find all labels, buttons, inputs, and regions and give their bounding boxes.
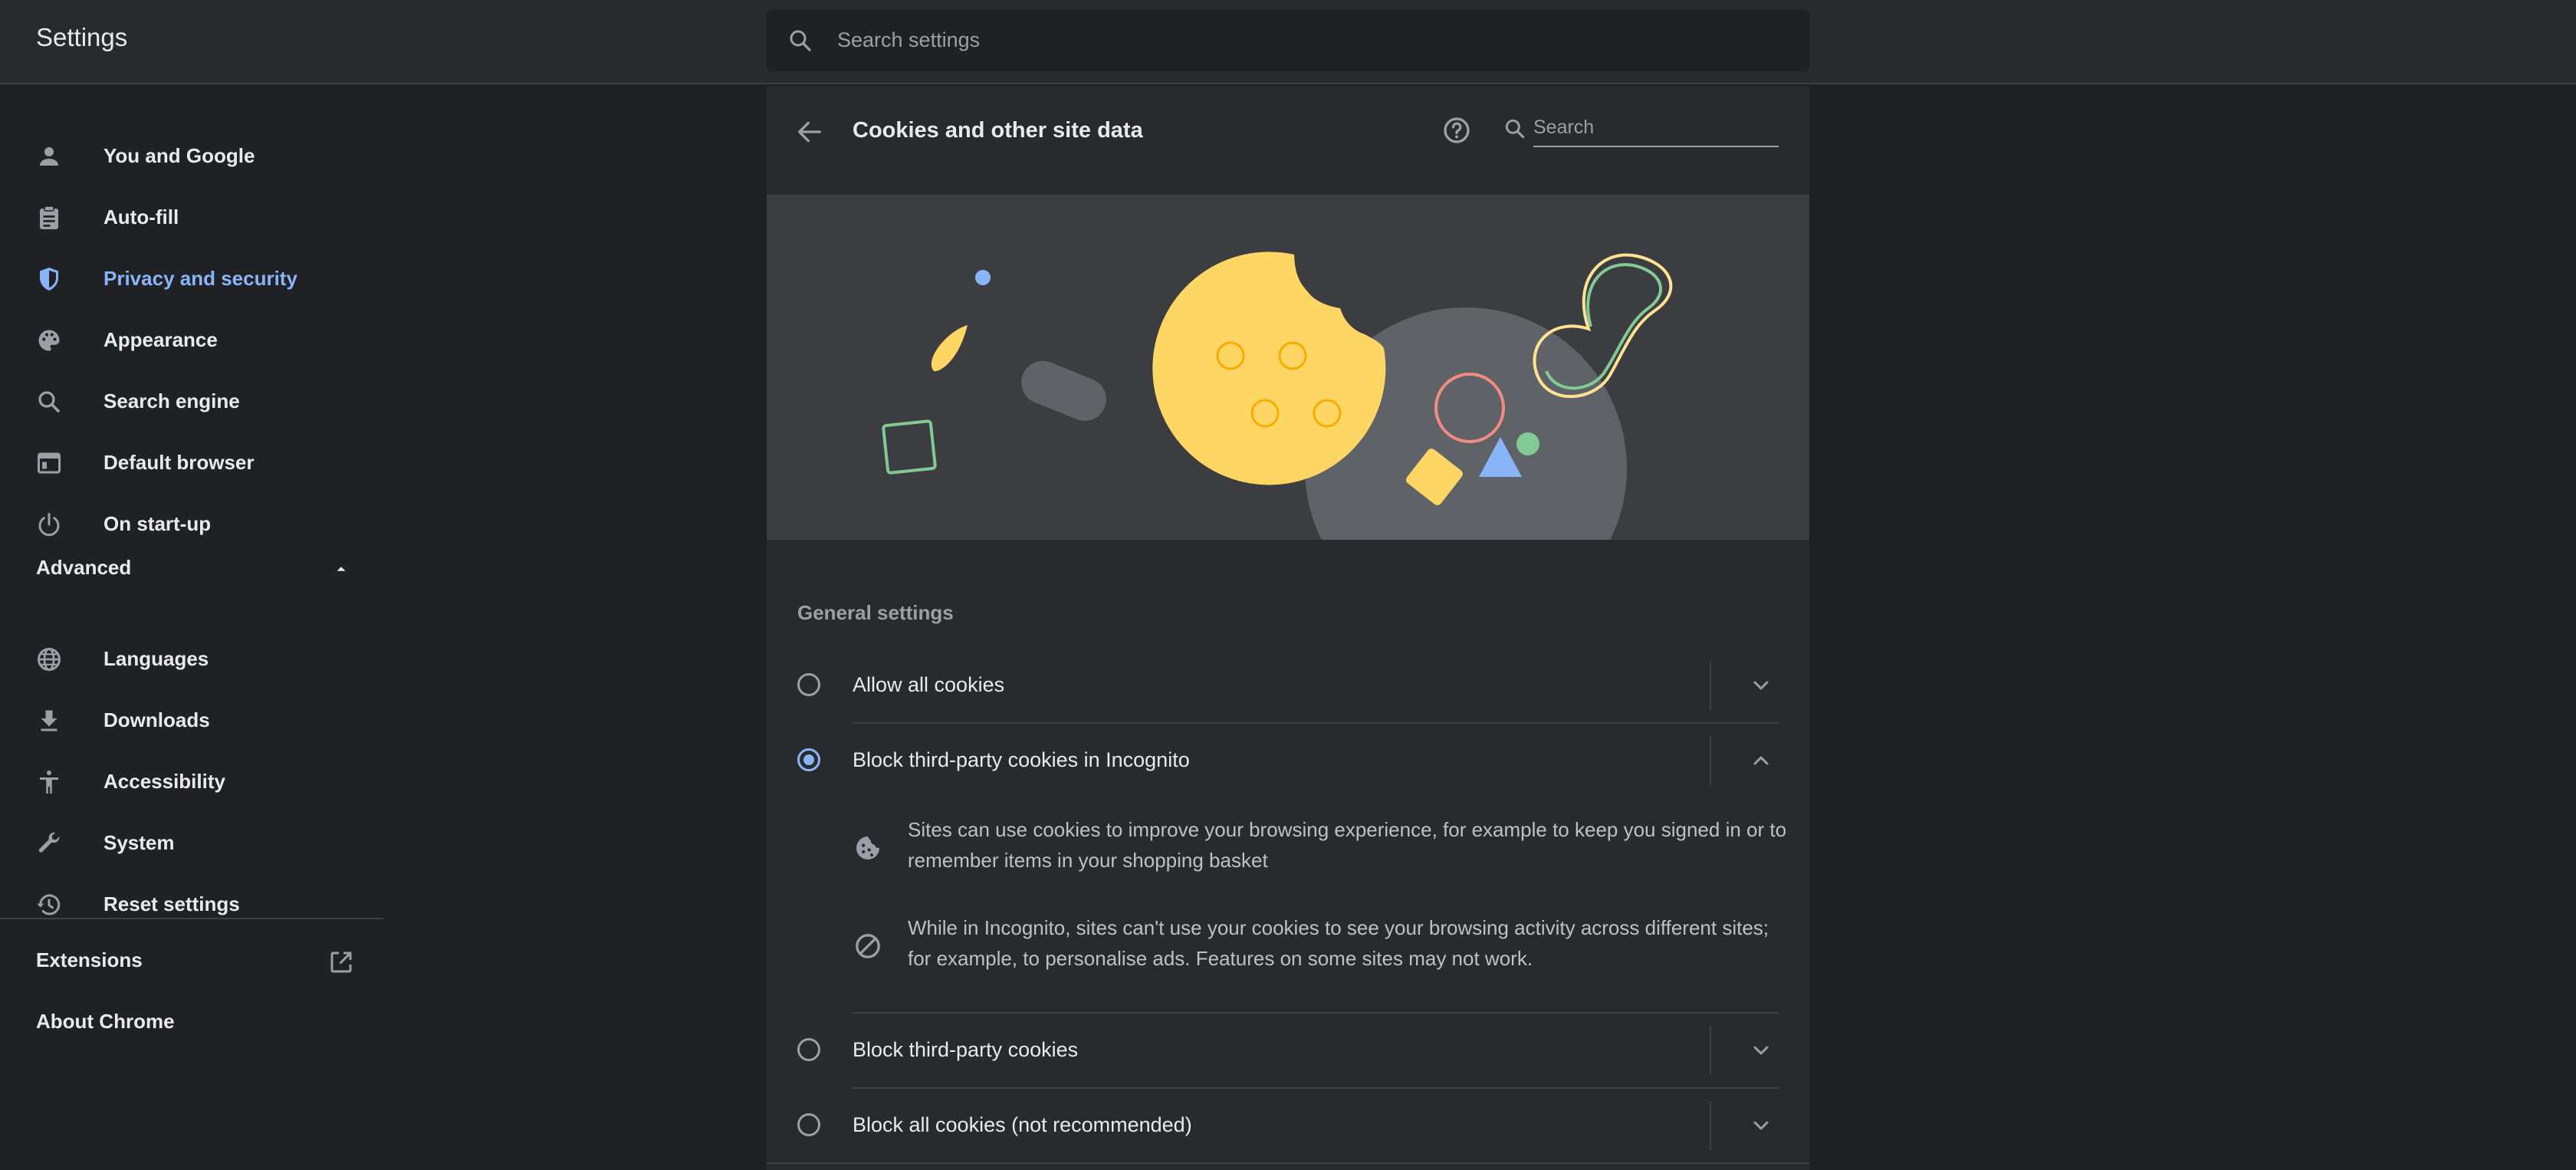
sidebar-item-reset-settings[interactable]: Reset settings [0,874,383,935]
block-icon [856,934,880,958]
sidebar-item-downloads[interactable]: Downloads [0,690,383,751]
sidebar-item-label: Downloads [104,708,210,731]
person-icon [40,147,58,166]
sidebar-item-label: Default browser [104,451,255,474]
back-arrow-icon[interactable] [794,117,825,147]
wrench-icon [38,832,60,853]
cookie-icon [856,836,879,859]
separator [1710,661,1711,710]
browser-icon [38,452,61,474]
search-icon [790,30,811,51]
sidebar-item-label: Appearance [104,328,218,351]
accessibility-icon [40,771,58,794]
sidebar-item-accessibility[interactable]: Accessibility [0,751,383,813]
option-label: Allow all cookies [853,673,1005,696]
option-block-all-cookies[interactable]: Block all cookies (not recommended) [767,1087,1809,1161]
separator [1710,736,1711,785]
sidebar: You and Google Auto-fill Privacy and sec… [0,86,383,1170]
search-icon [38,391,60,412]
expand-more-icon[interactable] [1749,1113,1773,1138]
globe-icon [38,648,61,671]
page-title: Cookies and other site data [853,118,1143,143]
detail-text: Sites can use cookies to improve your br… [908,818,1787,872]
option-block-third-party-incognito[interactable]: Block third-party cookies in Incognito [767,722,1809,796]
history-icon [37,894,61,915]
sidebar-item-label: System [104,831,175,854]
help-icon[interactable] [1441,115,1472,146]
separator [1710,1026,1711,1075]
top-bar: Settings Search settings [0,0,2576,84]
sidebar-item-privacy-and-security[interactable]: Privacy and security [0,248,383,310]
separator [1710,1101,1711,1150]
sidebar-item-label: Auto-fill [104,205,179,228]
sidebar-item-label: Accessibility [104,770,225,793]
search-icon [1505,119,1525,139]
sidebar-item-system[interactable]: System [0,813,383,874]
power-icon [38,513,60,537]
option-label: Block all cookies (not recommended) [853,1113,1192,1136]
collapse-arrow-icon [337,567,346,571]
sidebar-item-appearance[interactable]: Appearance [0,310,383,371]
sidebar-item-search-engine[interactable]: Search engine [0,371,383,432]
sidebar-item-label: You and Google [104,144,255,167]
sidebar-item-label: Search engine [104,389,240,412]
radio-block-third-party-incognito[interactable] [797,748,820,771]
radio-block-third-party-cookies[interactable] [797,1038,820,1061]
expand-less-icon[interactable] [1749,748,1773,773]
palette-icon [38,330,60,351]
general-settings-heading: General settings [797,601,954,624]
sidebar-item-label: Languages [104,647,209,670]
cookies-settings-card: Cookies and other site data Search Gener… [767,86,1809,1170]
option-allow-all-cookies[interactable]: Allow all cookies [767,647,1809,721]
expand-more-icon[interactable] [1749,673,1773,698]
sidebar-item-label: Privacy and security [104,267,297,290]
sidebar-item-label: On start-up [104,512,212,535]
advanced-label: Advanced [36,556,132,579]
sidebar-item-extensions[interactable]: Extensions [36,948,358,979]
cookies-illustration-graphic [882,251,1673,540]
sidebar-divider [0,918,383,919]
option-label: Block third-party cookies [853,1038,1079,1061]
about-label: About Chrome [36,1010,175,1033]
detail-incognito-tracking: While in Incognito, sites can't use your… [853,912,1788,981]
app-title: Settings [36,23,128,51]
cookies-search-field[interactable]: Search [1533,112,1779,147]
download-icon [41,710,58,731]
cookies-illustration [767,195,1809,540]
radio-allow-all-cookies[interactable] [797,673,820,696]
sidebar-item-default-browser[interactable]: Default browser [0,432,383,494]
sidebar-item-label: Reset settings [104,892,240,915]
shield-icon [40,268,58,291]
sidebar-item-about-chrome[interactable]: About Chrome [36,1010,175,1034]
cookies-search-input[interactable]: Search [1533,117,1594,139]
detail-text: While in Incognito, sites can't use your… [908,916,1769,970]
clipboard-icon [40,205,58,229]
sidebar-item-on-start-up[interactable]: On start-up [0,494,383,555]
radio-block-all-cookies[interactable] [797,1113,820,1136]
page-header: Cookies and other site data Search [767,86,1809,195]
option-label: Block third-party cookies in Incognito [853,748,1190,771]
expand-more-icon[interactable] [1749,1038,1773,1063]
sidebar-item-auto-fill[interactable]: Auto-fill [0,187,383,248]
sidebar-item-you-and-google[interactable]: You and Google [0,126,383,187]
open-in-new-icon [330,951,352,973]
search-input[interactable]: Search settings [837,28,980,52]
option-block-third-party-cookies[interactable]: Block third-party cookies [767,1012,1809,1086]
advanced-section-toggle[interactable]: Advanced [36,556,358,587]
row-divider [767,1162,1809,1164]
detail-cookies-improve-experience: Sites can use cookies to improve your br… [853,814,1788,883]
settings-search-field[interactable]: Search settings [767,10,1809,71]
extensions-label: Extensions [36,948,143,971]
sidebar-item-languages[interactable]: Languages [0,629,383,690]
